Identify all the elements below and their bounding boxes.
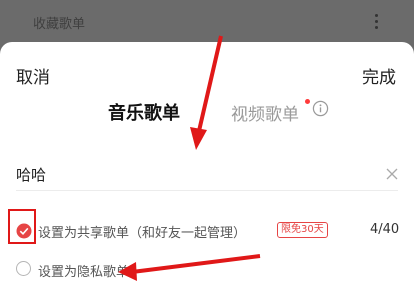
background-header: 收藏歌单	[0, 0, 414, 44]
share-option-label[interactable]: 设置为共享歌单（和好友一起管理）	[38, 222, 246, 241]
done-button[interactable]: 完成	[362, 63, 396, 88]
create-playlist-sheet: 取消 完成 音乐歌单 视频歌单 哈哈 设置为共享歌单（和好友一起管理） 限免30…	[0, 42, 414, 292]
clear-icon[interactable]	[385, 167, 399, 181]
tab-video-playlist[interactable]: 视频歌单	[231, 100, 299, 125]
free-badge: 限免30天	[277, 222, 328, 238]
info-icon[interactable]	[312, 100, 329, 117]
playlist-name-input[interactable]: 哈哈	[16, 164, 46, 185]
tab-music-playlist[interactable]: 音乐歌单	[108, 99, 180, 125]
more-vertical-icon[interactable]	[375, 14, 379, 32]
cancel-button[interactable]: 取消	[16, 63, 50, 88]
radio-icon[interactable]	[16, 261, 31, 276]
background-title: 收藏歌单	[33, 17, 86, 32]
private-option-label[interactable]: 设置为隐私歌单	[38, 261, 129, 280]
new-dot-badge	[305, 99, 310, 104]
annotation-highlight-box	[8, 209, 36, 244]
divider	[16, 190, 398, 191]
name-char-count: 4/40	[370, 222, 400, 237]
